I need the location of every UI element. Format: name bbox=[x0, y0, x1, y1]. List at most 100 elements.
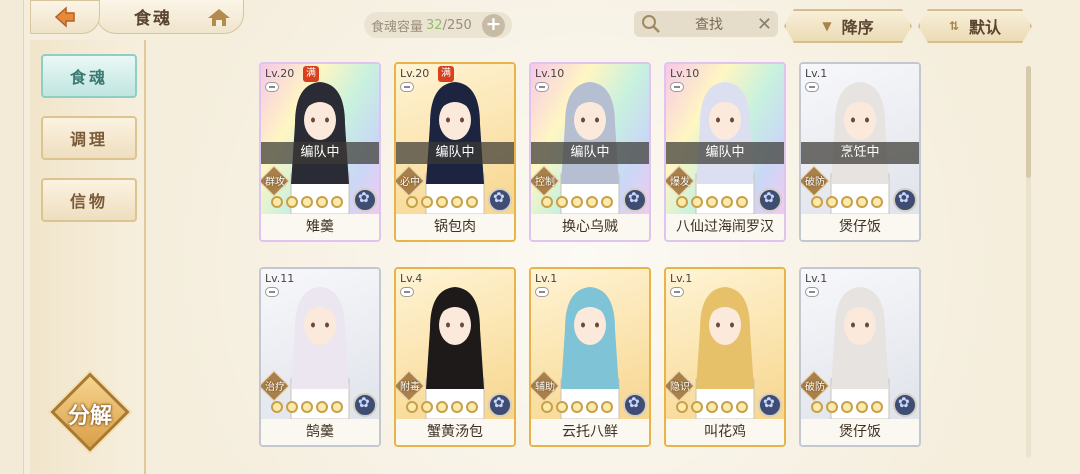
character-card[interactable]: Lv.1 破防煲仔饭 bbox=[799, 267, 921, 447]
sidebar-item-tune[interactable]: 调理 bbox=[41, 116, 137, 160]
star-icon bbox=[451, 401, 463, 413]
lock-icon[interactable] bbox=[265, 82, 279, 92]
star-icon bbox=[301, 196, 313, 208]
decompose-label: 分解 bbox=[67, 404, 112, 429]
card-level: Lv.20 bbox=[400, 67, 430, 80]
star-icon bbox=[826, 196, 838, 208]
sort-default-button[interactable]: ⇅ 默认 bbox=[918, 9, 1032, 43]
lock-icon[interactable] bbox=[670, 287, 684, 297]
skill-flower-icon bbox=[353, 188, 377, 212]
close-icon[interactable]: ✕ bbox=[757, 14, 772, 35]
status-banner: 烹饪中 bbox=[801, 142, 919, 164]
star-icon bbox=[841, 196, 853, 208]
star-icon bbox=[541, 401, 553, 413]
character-card[interactable]: Lv.1 隐识叫花鸡 bbox=[664, 267, 786, 447]
star-icon bbox=[706, 401, 718, 413]
lock-icon[interactable] bbox=[400, 82, 414, 92]
lock-icon[interactable] bbox=[265, 287, 279, 297]
star-rating bbox=[541, 401, 616, 413]
character-card[interactable]: Lv.20 满编队中必中锅包肉 bbox=[394, 62, 516, 242]
star-icon bbox=[841, 401, 853, 413]
star-icon bbox=[736, 401, 748, 413]
character-card[interactable]: Lv.1 辅助云托八鲜 bbox=[529, 267, 651, 447]
back-button[interactable] bbox=[30, 0, 100, 34]
card-name: 煲仔饭 bbox=[801, 419, 919, 445]
star-icon bbox=[721, 401, 733, 413]
star-icon bbox=[571, 401, 583, 413]
sidebar-item-token[interactable]: 信物 bbox=[41, 178, 137, 222]
star-rating bbox=[676, 196, 751, 208]
card-level: Lv.11 bbox=[265, 272, 295, 285]
lock-icon[interactable] bbox=[805, 82, 819, 92]
star-icon bbox=[316, 196, 328, 208]
card-level: Lv.1 bbox=[805, 67, 828, 80]
back-arrow-icon bbox=[54, 6, 75, 28]
max-badge: 满 bbox=[303, 66, 319, 82]
star-icon bbox=[601, 196, 613, 208]
lock-icon[interactable] bbox=[535, 82, 549, 92]
character-card[interactable]: Lv.1 烹饪中破防煲仔饭 bbox=[799, 62, 921, 242]
role-label: 附毒 bbox=[400, 382, 420, 393]
star-icon bbox=[466, 401, 478, 413]
decompose-button[interactable]: 分解 bbox=[50, 372, 130, 452]
star-icon bbox=[436, 196, 448, 208]
role-label: 破防 bbox=[805, 177, 825, 188]
skill-flower-icon bbox=[893, 188, 917, 212]
star-icon bbox=[871, 401, 883, 413]
skill-flower-icon bbox=[353, 393, 377, 417]
star-icon bbox=[451, 196, 463, 208]
star-icon bbox=[421, 401, 433, 413]
star-rating bbox=[811, 196, 886, 208]
star-icon bbox=[826, 401, 838, 413]
star-icon bbox=[676, 401, 688, 413]
lock-icon[interactable] bbox=[670, 82, 684, 92]
sort-order-button[interactable]: ▼ 降序 bbox=[784, 9, 912, 43]
star-icon bbox=[316, 401, 328, 413]
capacity-used: 32 bbox=[426, 17, 443, 33]
character-card[interactable]: Lv.4 附毒蟹黄汤包 bbox=[394, 267, 516, 447]
lock-icon[interactable] bbox=[535, 287, 549, 297]
star-icon bbox=[301, 401, 313, 413]
star-icon bbox=[421, 196, 433, 208]
character-card[interactable]: Lv.10 编队中爆发八仙过海闹罗汉 bbox=[664, 62, 786, 242]
card-level: Lv.10 bbox=[670, 67, 700, 80]
star-icon bbox=[571, 196, 583, 208]
star-icon bbox=[541, 196, 553, 208]
status-banner: 编队中 bbox=[531, 142, 649, 164]
scrollbar-thumb[interactable] bbox=[1026, 66, 1031, 178]
search-input[interactable]: 查找 ✕ bbox=[634, 11, 778, 37]
character-card[interactable]: Lv.10 编队中控制换心乌贼 bbox=[529, 62, 651, 242]
sort-label: 降序 bbox=[841, 18, 874, 37]
card-level: Lv.4 bbox=[400, 272, 423, 285]
star-icon bbox=[556, 401, 568, 413]
lock-icon[interactable] bbox=[400, 287, 414, 297]
sort-arrows-icon: ⇅ bbox=[948, 19, 960, 33]
card-name: 煲仔饭 bbox=[801, 214, 919, 240]
star-icon bbox=[286, 401, 298, 413]
capacity-total: /250 bbox=[442, 17, 472, 33]
card-level: Lv.20 bbox=[265, 67, 295, 80]
card-name: 叫花鸡 bbox=[666, 419, 784, 445]
skill-flower-icon bbox=[758, 393, 782, 417]
character-card[interactable]: Lv.11 治疗鹄羹 bbox=[259, 267, 381, 447]
add-capacity-button[interactable]: + bbox=[482, 14, 505, 37]
star-icon bbox=[691, 401, 703, 413]
card-name: 八仙过海闹罗汉 bbox=[666, 214, 784, 240]
sidebar-item-foodsoul[interactable]: 食魂 bbox=[41, 54, 137, 98]
search-label: 查找 bbox=[695, 17, 723, 33]
card-level: Lv.10 bbox=[535, 67, 565, 80]
card-level: Lv.1 bbox=[535, 272, 558, 285]
star-icon bbox=[811, 196, 823, 208]
lock-icon[interactable] bbox=[805, 287, 819, 297]
character-card[interactable]: Lv.20 满编队中群攻雉羹 bbox=[259, 62, 381, 242]
star-rating bbox=[271, 196, 346, 208]
star-rating bbox=[271, 401, 346, 413]
star-icon bbox=[856, 196, 868, 208]
role-label: 必中 bbox=[400, 177, 420, 188]
triangle-down-icon: ▼ bbox=[822, 19, 832, 33]
home-icon[interactable] bbox=[206, 6, 232, 28]
card-level: Lv.1 bbox=[670, 272, 693, 285]
star-rating bbox=[676, 401, 751, 413]
star-icon bbox=[586, 401, 598, 413]
star-icon bbox=[286, 196, 298, 208]
